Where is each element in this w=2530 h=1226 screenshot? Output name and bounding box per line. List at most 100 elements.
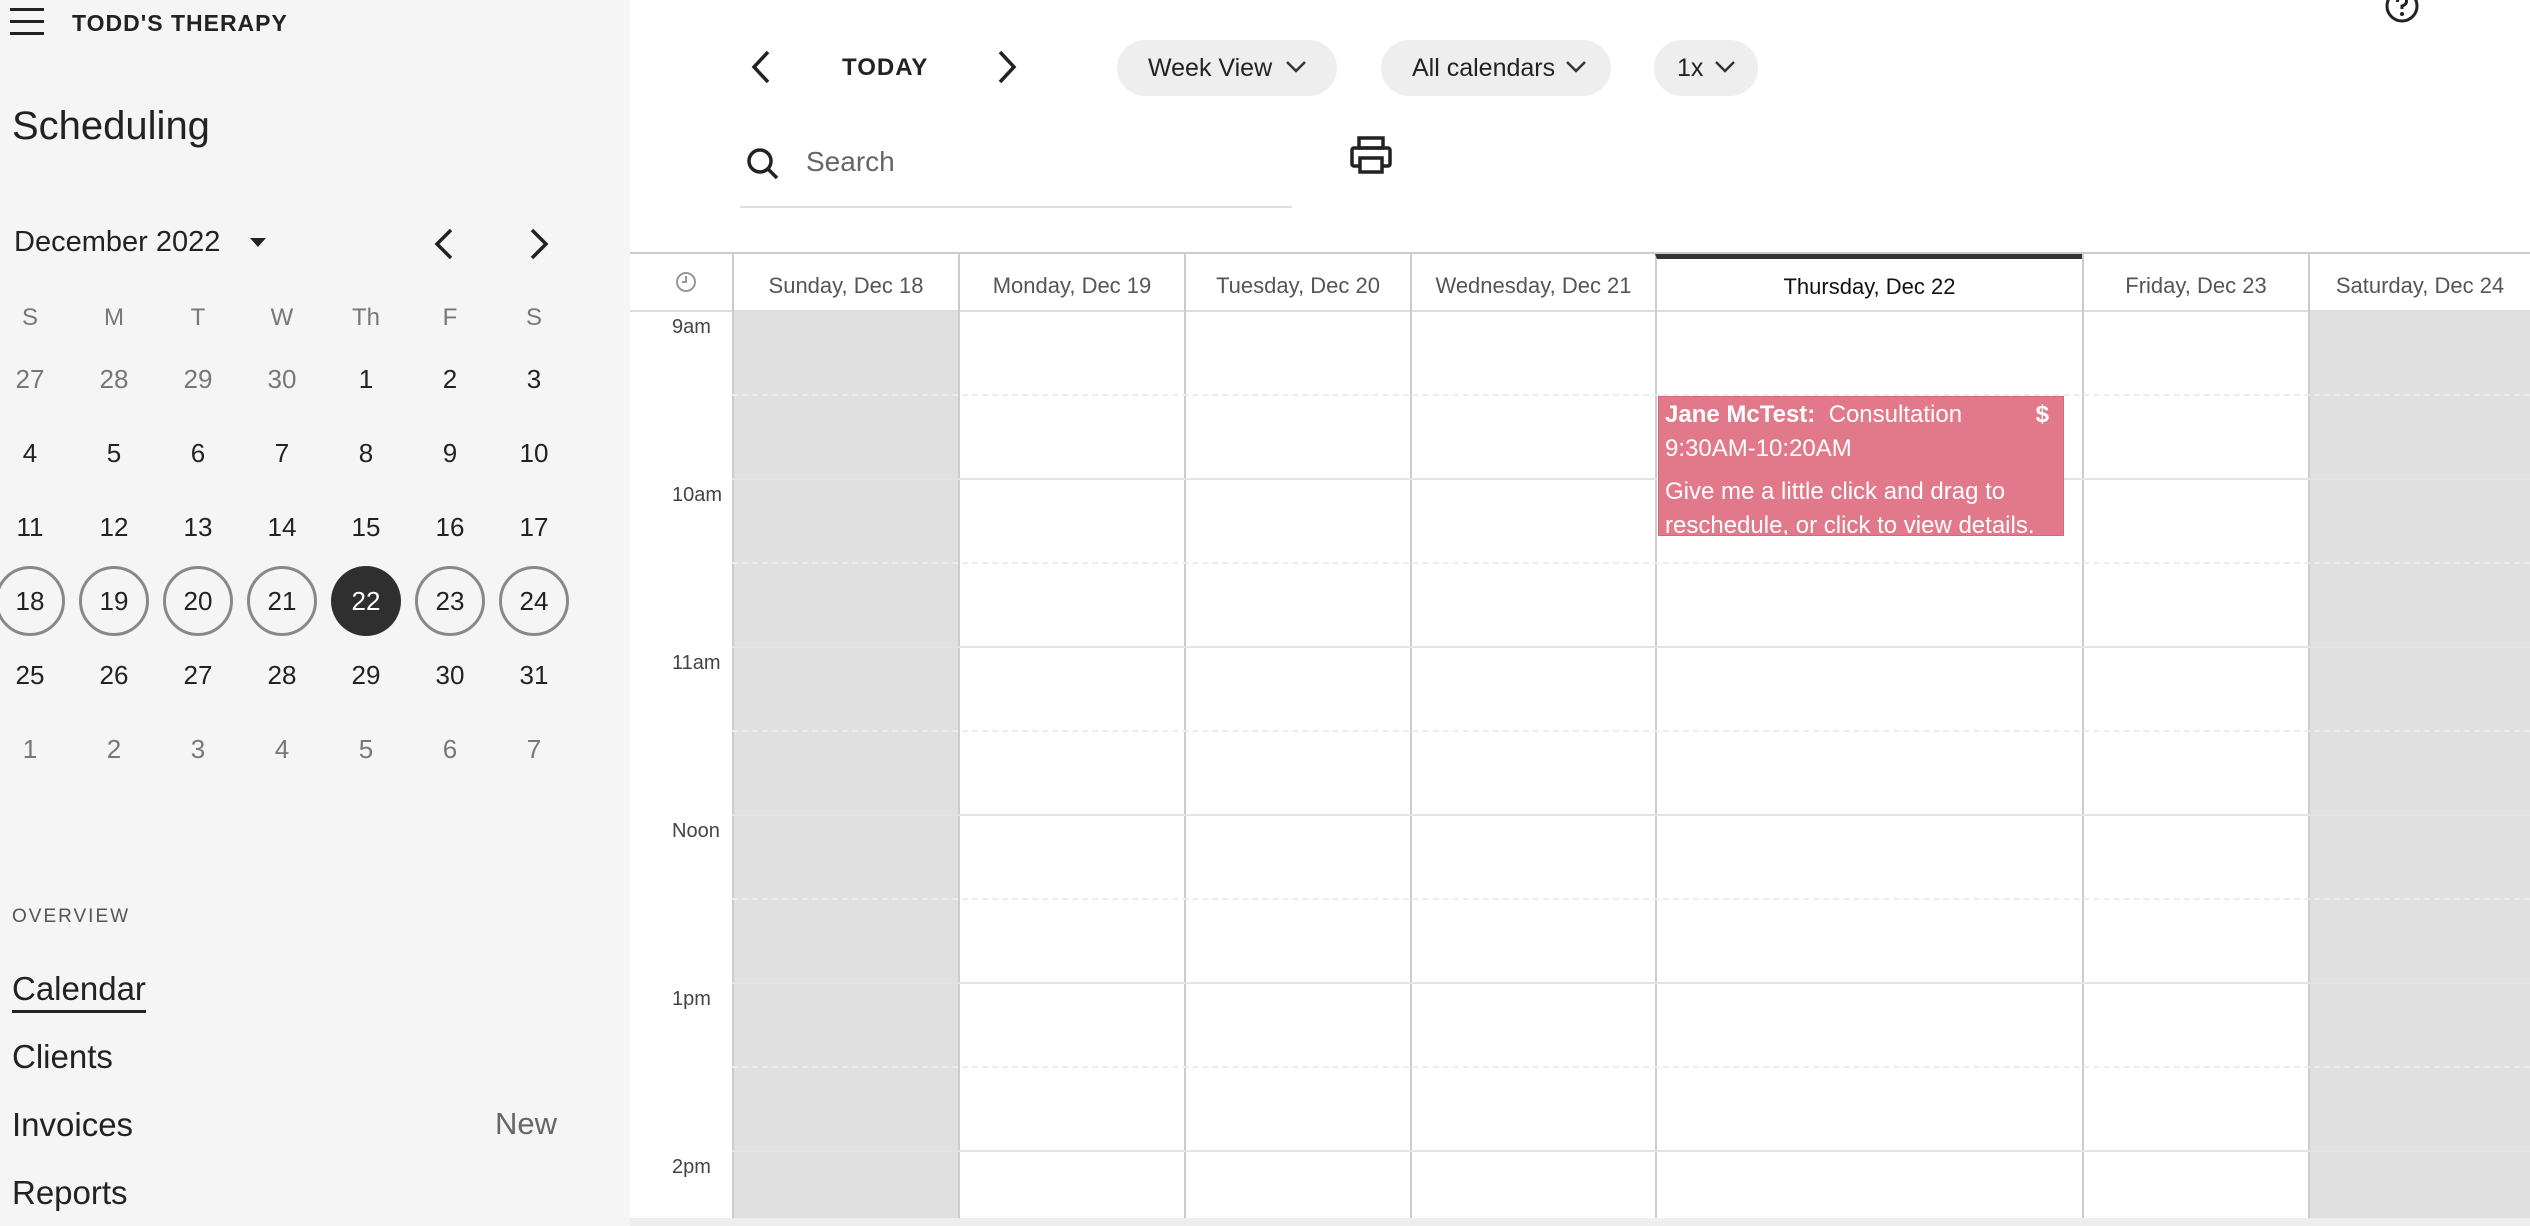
mini-calendar-day[interactable]: 17 (499, 492, 569, 562)
mini-calendar-day[interactable]: 22 (331, 566, 401, 636)
caret-down-icon[interactable] (250, 238, 266, 247)
mini-calendar-day[interactable]: 10 (499, 418, 569, 488)
day-header-tuesday[interactable]: Tuesday, Dec 20 (1184, 254, 1410, 312)
next-week-button[interactable] (986, 44, 1026, 90)
day-header-wednesday[interactable]: Wednesday, Dec 21 (1410, 254, 1655, 312)
view-select[interactable]: Week View (1117, 40, 1337, 96)
mini-calendar-next-button[interactable] (518, 222, 558, 266)
mini-calendar-day[interactable]: 5 (79, 418, 149, 488)
mini-calendar-day[interactable]: 1 (331, 344, 401, 414)
nav-item-invoices[interactable]: Invoices (12, 1106, 133, 1144)
mini-calendar-day[interactable]: 29 (331, 640, 401, 710)
mini-calendar-day[interactable]: 19 (79, 566, 149, 636)
mini-calendar-day[interactable]: 28 (79, 344, 149, 414)
zoom-select-value: 1x (1677, 54, 1704, 82)
hour-line (732, 478, 2530, 480)
previous-week-button[interactable] (742, 44, 782, 90)
event-time: 9:30AM-10:20AM (1665, 435, 1852, 462)
day-column-tuesday[interactable] (1184, 312, 1410, 1218)
mini-calendar: S M T W Th F S 27 28 29 30 1 2 3 4 5 6 7 8 9 10 11 12 13… (0, 292, 572, 788)
mini-calendar-day[interactable]: 26 (79, 640, 149, 710)
weekday-header: W (270, 304, 294, 331)
mini-calendar-week-row: 18 19 20 21 22 23 24 (0, 566, 572, 640)
mini-calendar-day[interactable]: 11 (0, 492, 65, 562)
search-input[interactable] (804, 140, 1274, 184)
mini-calendar-day[interactable]: 8 (331, 418, 401, 488)
mini-calendar-day[interactable]: 7 (499, 714, 569, 784)
mini-calendar-day[interactable]: 27 (0, 344, 65, 414)
day-column-wednesday[interactable] (1410, 312, 1655, 1218)
day-header-friday[interactable]: Friday, Dec 23 (2082, 254, 2308, 312)
mini-calendar-day[interactable]: 21 (247, 566, 317, 636)
new-badge: New (495, 1106, 558, 1141)
day-header-monday[interactable]: Monday, Dec 19 (958, 254, 1184, 312)
mini-calendar-day[interactable]: 2 (415, 344, 485, 414)
time-label: 9am (672, 316, 711, 338)
appointment-event[interactable]: Jane McTest: Consultation $ 9:30AM-10:20… (1658, 396, 2064, 536)
mini-calendar-weekday-row: S M T W Th F S (0, 292, 572, 344)
mini-calendar-day[interactable]: 25 (0, 640, 65, 710)
half-hour-line (732, 730, 2530, 732)
day-column-friday[interactable] (2082, 312, 2308, 1218)
mini-calendar-day[interactable]: 9 (415, 418, 485, 488)
mini-calendar-month-label[interactable]: December 2022 (14, 226, 220, 259)
day-column-saturday[interactable] (2308, 312, 2530, 1218)
mini-calendar-weeks: 27 28 29 30 1 2 3 4 5 6 7 8 9 10 11 12 13 14 15 16 17 18 19 20 2… (0, 344, 572, 788)
horizontal-scrollbar[interactable] (630, 1218, 2530, 1226)
mini-calendar-day[interactable]: 15 (331, 492, 401, 562)
zoom-select[interactable]: 1x (1654, 40, 1758, 96)
day-header-sunday[interactable]: Sunday, Dec 18 (732, 254, 958, 312)
mini-calendar-day[interactable]: 5 (331, 714, 401, 784)
day-header-thursday[interactable]: Thursday, Dec 22 (1655, 254, 2082, 312)
mini-calendar-day[interactable]: 13 (163, 492, 233, 562)
mini-calendar-week-row: 27 28 29 30 1 2 3 (0, 344, 572, 418)
mini-calendar-day[interactable]: 29 (163, 344, 233, 414)
time-label: 11am (672, 652, 721, 674)
clock-icon[interactable] (674, 270, 698, 294)
weekday-header: T (190, 304, 206, 331)
event-type: Consultation (1828, 401, 1963, 428)
chevron-right-icon (530, 228, 549, 260)
mini-calendar-day[interactable]: 18 (0, 566, 65, 636)
day-column-monday[interactable] (958, 312, 1184, 1218)
mini-calendar-day[interactable]: 3 (163, 714, 233, 784)
mini-calendar-day[interactable]: 20 (163, 566, 233, 636)
help-icon[interactable] (2384, 0, 2420, 24)
mini-calendar-day[interactable]: 1 (0, 714, 65, 784)
chevron-down-icon (1715, 61, 1735, 73)
today-button[interactable]: TODAY (842, 54, 928, 82)
mini-calendar-week-row: 11 12 13 14 15 16 17 (0, 492, 572, 566)
mini-calendar-day[interactable]: 6 (415, 714, 485, 784)
mini-calendar-day[interactable]: 12 (79, 492, 149, 562)
mini-calendar-day[interactable]: 27 (163, 640, 233, 710)
mini-calendar-day[interactable]: 3 (499, 344, 569, 414)
chevron-left-icon (751, 50, 770, 84)
day-column-sunday[interactable] (732, 312, 958, 1218)
nav-item-calendar[interactable]: Calendar (12, 970, 146, 1013)
calendars-select[interactable]: All calendars (1381, 40, 1611, 96)
mini-calendar-day[interactable]: 23 (415, 566, 485, 636)
day-header-saturday[interactable]: Saturday, Dec 24 (2308, 254, 2530, 312)
mini-calendar-day[interactable]: 30 (415, 640, 485, 710)
mini-calendar-prev-button[interactable] (425, 222, 465, 266)
search-bar (740, 132, 1292, 208)
nav-item-reports[interactable]: Reports (12, 1174, 128, 1212)
mini-calendar-day[interactable]: 2 (79, 714, 149, 784)
week-calendar-grid: Sunday, Dec 18 Monday, Dec 19 Tuesday, D… (630, 252, 2530, 1218)
half-hour-line (732, 562, 2530, 564)
sidebar: TODD'S THERAPY Scheduling December 2022 … (0, 0, 630, 1226)
chevron-right-icon (998, 50, 1017, 84)
mini-calendar-day[interactable]: 4 (247, 714, 317, 784)
mini-calendar-day[interactable]: 6 (163, 418, 233, 488)
nav-item-clients[interactable]: Clients (12, 1038, 113, 1076)
mini-calendar-day[interactable]: 7 (247, 418, 317, 488)
mini-calendar-day[interactable]: 31 (499, 640, 569, 710)
mini-calendar-day[interactable]: 14 (247, 492, 317, 562)
mini-calendar-day[interactable]: 16 (415, 492, 485, 562)
mini-calendar-day[interactable]: 24 (499, 566, 569, 636)
menu-icon[interactable] (10, 8, 46, 38)
mini-calendar-day[interactable]: 4 (0, 418, 65, 488)
mini-calendar-day[interactable]: 28 (247, 640, 317, 710)
print-icon[interactable] (1348, 132, 1394, 178)
mini-calendar-day[interactable]: 30 (247, 344, 317, 414)
